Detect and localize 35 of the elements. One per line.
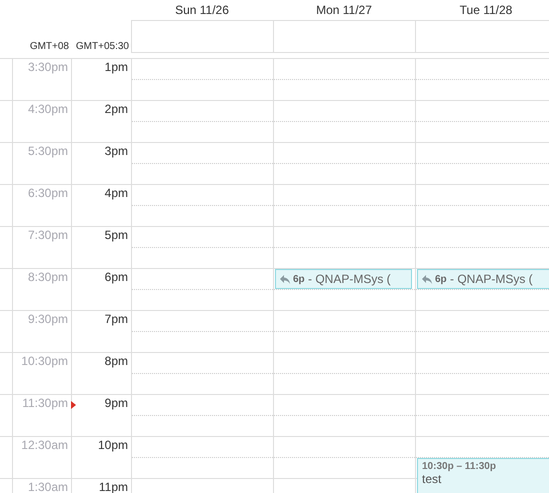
time-label: 3:30pm — [28, 60, 68, 74]
current-time-marker — [71, 401, 76, 409]
time-label: 6:30pm — [28, 186, 68, 200]
all-day-cell[interactable] — [415, 20, 549, 53]
time-label: 1pm — [104, 60, 128, 74]
time-label: 4pm — [104, 186, 128, 200]
all-day-cell[interactable] — [131, 20, 273, 53]
reply-arrow-icon — [280, 274, 290, 284]
time-label: 7:30pm — [28, 228, 68, 242]
time-label: 6pm — [104, 270, 128, 284]
timezone-label: GMT+05:30 — [76, 41, 129, 52]
time-label: 10pm — [98, 438, 128, 452]
time-label: 7pm — [104, 312, 128, 326]
time-label: 11:30pm — [22, 396, 68, 410]
event-chip[interactable]: 6p - QNAP-MSys ( — [417, 269, 549, 289]
all-day-cell[interactable] — [273, 20, 415, 53]
event-chip[interactable]: 6p - QNAP-MSys ( — [275, 269, 412, 289]
time-label: 9:30pm — [28, 312, 68, 326]
time-label: 1:30am — [28, 480, 68, 493]
time-label: 5pm — [104, 228, 128, 242]
time-label: 4:30pm — [28, 102, 68, 116]
time-label: 8pm — [104, 354, 128, 368]
day-header: Sun 11/26 — [175, 3, 229, 17]
day-header: Tue 11/28 — [460, 3, 512, 17]
day-header: Mon 11/27 — [316, 3, 372, 17]
time-label: 9pm — [104, 396, 128, 410]
time-label: 3pm — [104, 144, 128, 158]
event-block[interactable]: 10:30p – 11:30p test — [417, 458, 549, 493]
time-label: 2pm — [104, 102, 128, 116]
time-label: 5:30pm — [28, 144, 68, 158]
timezone-label: GMT+08 — [30, 41, 69, 52]
time-label: 12:30am — [21, 438, 68, 452]
reply-arrow-icon — [422, 274, 432, 284]
time-label: 10:30pm — [21, 354, 68, 368]
time-label: 8:30pm — [28, 270, 68, 284]
